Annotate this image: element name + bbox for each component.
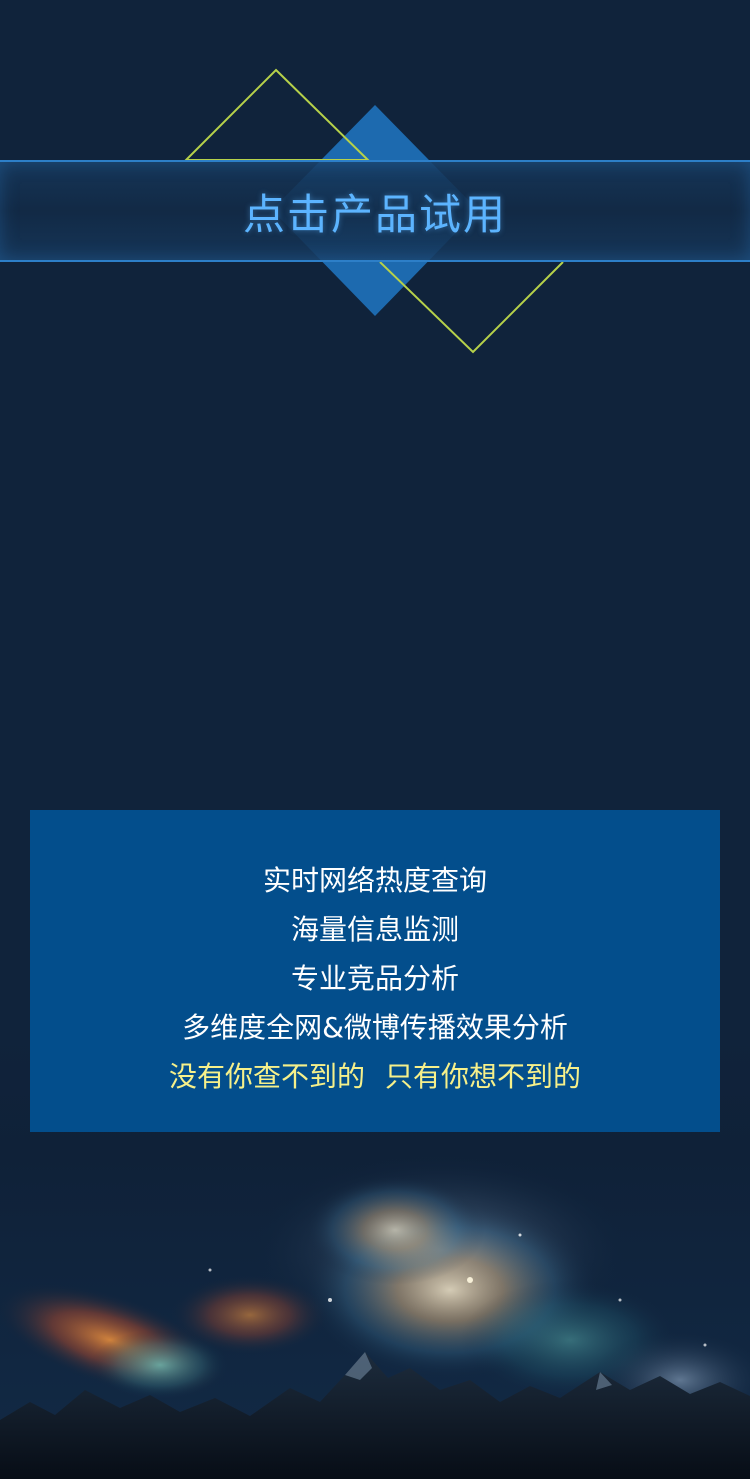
feature-line-monitoring: 海量信息监测 [290, 913, 459, 946]
feature-line-competitor: 专业竞品分析 [290, 962, 459, 995]
galaxy-mountain-image [0, 1155, 750, 1479]
try-product-label: 点击产品试用 [242, 189, 507, 239]
feature-line-realtime: 实时网络热度查询 [262, 864, 487, 897]
feature-panel: 实时网络热度查询 海量信息监测 专业竞品分析 多维度全网&微博传播效果分析 没有… [30, 810, 720, 1132]
feature-line-propagation: 多维度全网&微博传播效果分析 [182, 1011, 568, 1044]
try-product-button[interactable]: 点击产品试用 [0, 160, 750, 262]
page: 点击产品试用 实时网络热度查询 海量信息监测 专业竞品分析 多维度全网&微博传播… [0, 0, 750, 1479]
slogan-part-two: 只有你想不到的 [385, 1060, 582, 1093]
slogan-line: 没有你查不到的 只有你想不到的 [169, 1052, 581, 1101]
slogan-part-one: 没有你查不到的 [168, 1060, 365, 1093]
